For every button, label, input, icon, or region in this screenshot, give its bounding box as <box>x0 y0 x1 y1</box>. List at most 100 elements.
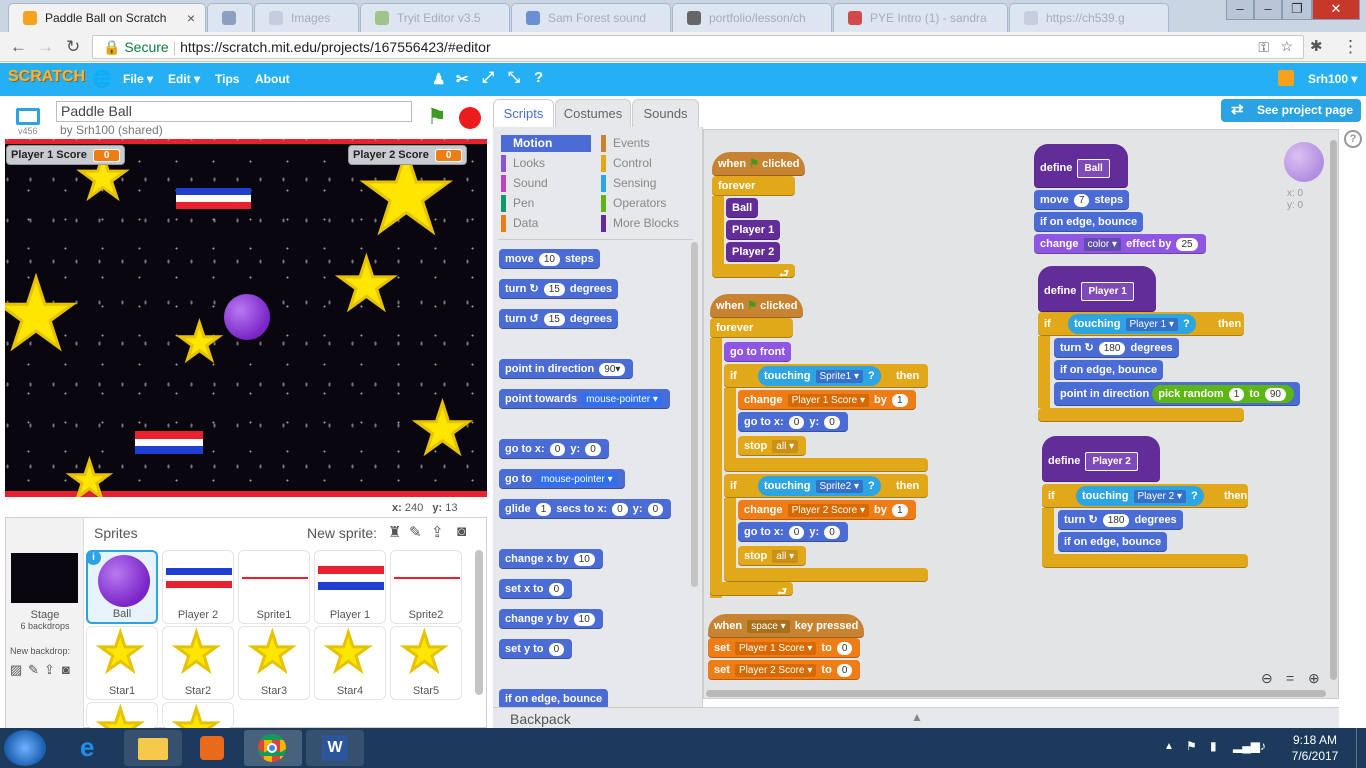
browser-tab[interactable]: portfolio/lesson/ch <box>672 3 832 32</box>
stop-all-block[interactable]: stop all ▾ <box>738 436 807 456</box>
category-sound[interactable]: Sound <box>501 175 548 192</box>
zoom-out-icon[interactable]: ⊖ <box>1261 670 1273 687</box>
sprite-tile[interactable]: ★ <box>162 702 234 728</box>
project-title-input[interactable]: Paddle Ball <box>56 101 412 122</box>
define-player-2-block[interactable]: define Player 2 <box>1042 436 1160 482</box>
go-to-xy-block[interactable]: go to x: 0 y: 0 <box>738 522 848 542</box>
when-flag-clicked-hat[interactable]: when ⚑ clicked <box>712 152 806 176</box>
chrome-menu-icon[interactable]: ⋮ <box>1342 37 1359 57</box>
category-events[interactable]: Events <box>601 135 650 152</box>
back-icon[interactable]: ← <box>10 37 27 57</box>
show-desktop-button[interactable] <box>1356 728 1366 768</box>
if-on-edge-bounce-block[interactable]: if on edge, bounce <box>1058 532 1168 552</box>
browser-tab[interactable]: Tryit Editor v3.5 <box>360 3 510 32</box>
chrome-icon[interactable] <box>244 730 302 766</box>
flag-icon[interactable]: ⚑ <box>1186 739 1197 753</box>
category-pen[interactable]: Pen <box>501 195 534 212</box>
sprite-tile-star3[interactable]: ★ Star3 <box>238 626 310 700</box>
sprite-library-icon[interactable]: ♜ <box>388 523 401 541</box>
player-2-call-block[interactable]: Player 2 <box>726 242 781 262</box>
star-sprite[interactable]: ★ <box>5 265 81 364</box>
globe-icon[interactable]: 🌐 <box>92 69 112 89</box>
point-towards-block[interactable]: point towards mouse-pointer ▾ <box>499 389 670 409</box>
battery-icon[interactable]: ▮ <box>1210 739 1217 753</box>
backdrop-library-icon[interactable]: ▨ <box>10 662 22 678</box>
if-on-edge-bounce-block[interactable]: if on edge, bounce <box>1034 212 1144 232</box>
duplicate-icon[interactable]: ♟ <box>432 70 445 88</box>
tab-costumes[interactable]: Costumes <box>555 99 631 127</box>
clock-time[interactable]: 9:18 AM <box>1285 733 1345 747</box>
sprite-tile-star4[interactable]: ★ Star4 <box>314 626 386 700</box>
move-steps-block[interactable]: move 10 steps <box>499 249 600 269</box>
tab-sounds[interactable]: Sounds <box>632 99 699 127</box>
go-to-front-block[interactable]: go to front <box>724 342 791 362</box>
go-to-block[interactable]: go to mouse-pointer ▾ <box>499 469 625 489</box>
if-touching-player2-block[interactable]: if touching Player 2 ▾ ? then <box>1042 484 1248 508</box>
define-ball-block[interactable]: define Ball <box>1034 144 1128 188</box>
cut-icon[interactable]: ✂ <box>456 70 469 88</box>
turn-block[interactable]: turn ↻ 180 degrees <box>1058 510 1183 530</box>
user-menu[interactable]: Srh100 ▾ <box>1308 72 1357 86</box>
if-on-edge-bounce-block[interactable]: if on edge, bounce <box>499 689 609 709</box>
when-flag-clicked-hat[interactable]: when ⚑ clicked <box>710 294 804 318</box>
touching-sensor[interactable]: touching Player 1 ▾ ? <box>1068 314 1196 334</box>
change-score-block[interactable]: change Player 1 Score ▾ by 1 <box>738 390 916 410</box>
browser-tab[interactable] <box>207 3 253 32</box>
minimize-icon[interactable]: – <box>1226 0 1254 20</box>
sprite-tile-ball[interactable]: i Ball <box>86 550 158 624</box>
forever-block[interactable]: forever <box>710 318 793 338</box>
stop-icon[interactable] <box>459 107 481 129</box>
point-in-direction-block[interactable]: point in direction pick random 1 to 90 <box>1054 382 1300 406</box>
player-2-paddle[interactable] <box>176 188 251 209</box>
ball-call-block[interactable]: Ball <box>726 198 759 218</box>
point-in-direction-block[interactable]: point in direction 90▾ <box>499 359 634 379</box>
set-y-block[interactable]: set y to 0 <box>499 639 573 659</box>
info-icon[interactable]: i <box>86 550 101 565</box>
tab-close-icon[interactable]: × <box>187 10 195 26</box>
ball-sprite[interactable] <box>224 294 270 340</box>
key-icon[interactable]: ⚿ <box>1258 39 1269 56</box>
browser-tab-active[interactable]: Paddle Ball on Scratch × <box>8 3 206 32</box>
tray-up-icon[interactable]: ▲ <box>1164 741 1174 752</box>
start-button-icon[interactable] <box>4 730 46 766</box>
scratch-logo[interactable]: SCRATCH <box>8 68 85 86</box>
change-score-block[interactable]: change Player 2 Score ▾ by 1 <box>738 500 916 520</box>
zoom-in-icon[interactable]: ⊕ <box>1308 670 1320 687</box>
stage-canvas[interactable]: ★ ★ ★ ★ ★ ★ ★ <box>5 139 487 497</box>
edit-menu[interactable]: Edit ▾ <box>168 72 200 86</box>
glide-block[interactable]: glide 1 secs to x: 0 y: 0 <box>499 499 672 519</box>
sprite-tile-sprite2[interactable]: Sprite2 <box>390 550 462 624</box>
define-player-1-block[interactable]: define Player 1 <box>1038 266 1156 312</box>
see-project-page-button[interactable]: ⇄ See project page <box>1221 99 1361 122</box>
sprite-tile-sprite1[interactable]: Sprite1 <box>238 550 310 624</box>
if-touching-sprite2-block[interactable]: if touching Sprite2 ▾ ? then <box>724 474 928 498</box>
green-flag-icon[interactable]: ⚑ <box>427 104 447 130</box>
if-touching-player1-block[interactable]: if touching Player 1 ▾ ? then <box>1038 312 1244 336</box>
reload-icon[interactable]: ↻ <box>66 37 80 57</box>
stop-all-block[interactable]: stop all ▾ <box>738 546 807 566</box>
category-looks[interactable]: Looks <box>501 155 545 172</box>
forever-block[interactable]: forever <box>712 176 795 196</box>
go-to-xy-block[interactable]: go to x: 0 y: 0 <box>499 439 609 459</box>
category-motion[interactable]: Motion <box>501 135 591 152</box>
category-data[interactable]: Data <box>501 215 538 232</box>
category-sensing[interactable]: Sensing <box>601 175 656 192</box>
paint-icon[interactable]: ✎ <box>28 662 39 678</box>
sprite-tile-star5[interactable]: ★ Star5 <box>390 626 462 700</box>
turn-right-block[interactable]: turn ↻ 15 degrees <box>499 279 619 299</box>
player-1-score-monitor[interactable]: Player 1 Score 0 <box>6 145 126 165</box>
touching-sensor[interactable]: touching Sprite1 ▾ ? <box>758 366 881 386</box>
sprites-scrollbar[interactable] <box>475 550 483 695</box>
change-effect-block[interactable]: change color ▾ effect by 25 <box>1034 234 1206 254</box>
touching-sensor[interactable]: touching Sprite2 ▾ ? <box>758 476 881 496</box>
grow-icon[interactable]: ⤢ <box>482 69 494 86</box>
browser-tab[interactable]: Sam Forest sound <box>511 3 671 32</box>
sprite-tile-star1[interactable]: ★ Star1 <box>86 626 158 700</box>
horizontal-scrollbar[interactable] <box>706 690 1326 697</box>
browser-tab[interactable]: PYE Intro (1) - sandra <box>833 3 1008 32</box>
script-area[interactable]: when ⚑ clicked forever Ball Player 1 Pla… <box>703 129 1339 699</box>
sprite-tile-player-2[interactable]: Player 2 <box>162 550 234 624</box>
player-2-score-monitor[interactable]: Player 2 Score 0 <box>348 145 468 165</box>
player-1-call-block[interactable]: Player 1 <box>726 220 781 240</box>
forward-icon[interactable]: → <box>37 37 54 57</box>
